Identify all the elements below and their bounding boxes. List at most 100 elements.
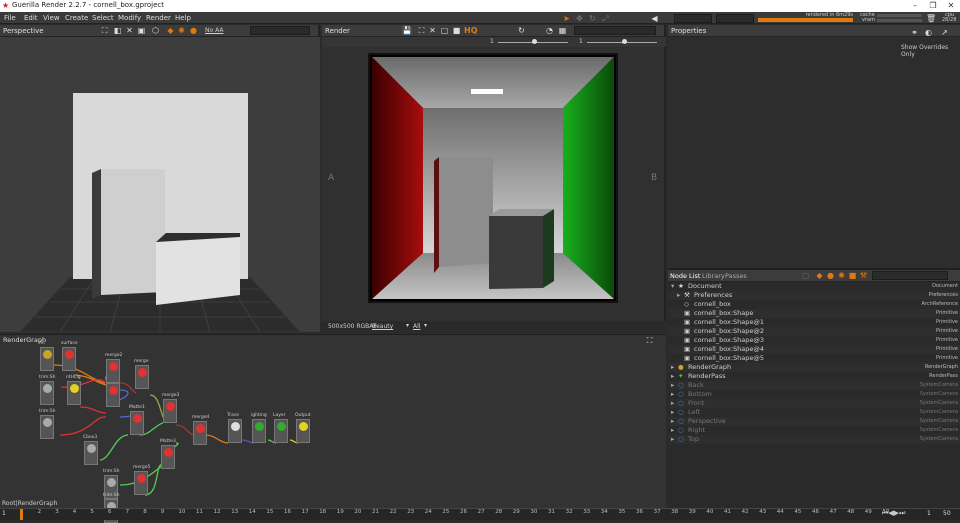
tree-row[interactable]: ▸ ○ Perspective SystemCamera: [669, 417, 960, 426]
graph-node[interactable]: trim:Sh: [39, 409, 55, 439]
exposure-slider-handle[interactable]: [532, 39, 537, 44]
expand-arrow-icon[interactable]: ▸: [671, 435, 674, 444]
frame-icon[interactable]: ⛶: [100, 26, 109, 35]
save-icon[interactable]: 💾: [402, 26, 412, 35]
timeline-playhead[interactable]: [20, 509, 23, 520]
wire-cube-icon[interactable]: ⬡: [151, 26, 160, 35]
menu-view[interactable]: View: [43, 14, 60, 22]
select-arrow-icon[interactable]: ➤: [562, 14, 571, 23]
tab-library[interactable]: Library: [702, 272, 725, 280]
channel-dropdown-icon[interactable]: ▾: [406, 322, 409, 329]
graph-node[interactable]: surface: [61, 341, 78, 371]
minimize-icon[interactable]: –: [906, 0, 924, 12]
render-image[interactable]: [368, 53, 618, 303]
expand-arrow-icon[interactable]: ▸: [671, 408, 674, 417]
nodelist-filter-select[interactable]: [872, 271, 948, 280]
maximize-icon[interactable]: ❐: [924, 0, 942, 12]
cube-icon[interactable]: ◧: [113, 26, 122, 35]
expand-arrow-icon[interactable]: ▸: [671, 417, 674, 426]
show-overrides-toggle[interactable]: Show Overrides Only: [901, 44, 960, 58]
hq-toggle[interactable]: HQ: [464, 26, 478, 35]
filter-icon[interactable]: ▢: [801, 271, 810, 280]
graph-node[interactable]: merge: [134, 359, 149, 389]
move-icon[interactable]: ✥: [575, 14, 584, 23]
shaded-cube-icon[interactable]: ◆: [166, 26, 175, 35]
camera-icon[interactable]: ▣: [137, 26, 146, 35]
refresh-icon[interactable]: ↻: [517, 26, 526, 35]
tree-row[interactable]: ▸ ○ Left SystemCamera: [669, 408, 960, 417]
tree-row[interactable]: ◇ cornell_box ArchReference: [669, 300, 960, 309]
expand-arrow-icon[interactable]: ▸: [671, 426, 674, 435]
expand-arrow-icon[interactable]: ▸: [671, 381, 674, 390]
expand-arrow-icon[interactable]: ▸: [677, 291, 680, 300]
play-back-icon[interactable]: ◀: [650, 14, 659, 23]
menu-create[interactable]: Create: [65, 14, 88, 22]
graph-node[interactable]: merge5: [133, 465, 150, 495]
render-mode-select[interactable]: [674, 14, 712, 23]
graph-node[interactable]: Trace: [227, 413, 242, 443]
graph-node[interactable]: Output: [295, 413, 311, 443]
graph-node[interactable]: trim:Sh: [39, 375, 55, 405]
graph-node[interactable]: merge4: [192, 415, 209, 445]
scale-icon[interactable]: ⤢: [601, 14, 610, 23]
sphere-icon[interactable]: ●: [189, 26, 198, 35]
tree-row[interactable]: ▸ ○ Bottom SystemCamera: [669, 390, 960, 399]
tree-row[interactable]: ▸ ● RenderGraph RenderGraph: [669, 363, 960, 372]
graph-node[interactable]: Cbox3: [83, 435, 98, 465]
filter-cube-icon[interactable]: ◆: [815, 271, 824, 280]
tree-row[interactable]: ▾ ★ Document Document: [669, 282, 960, 291]
tree-row[interactable]: ▣ cornell_box:Shape@3 Primitive: [669, 336, 960, 345]
globe-icon[interactable]: ◐: [924, 28, 933, 37]
perspective-camera-select[interactable]: [250, 26, 310, 35]
expand-arrow-icon[interactable]: ▸: [671, 399, 674, 408]
menu-help[interactable]: Help: [175, 14, 191, 22]
menu-select[interactable]: Select: [92, 14, 114, 22]
light-icon[interactable]: ✺: [177, 26, 186, 35]
region-icon[interactable]: ▢: [440, 26, 449, 35]
exposure-icon[interactable]: ▦: [558, 26, 567, 35]
graph-node[interactable]: ighting: [251, 413, 267, 443]
gamma-icon[interactable]: ◔: [545, 26, 554, 35]
timeline-start[interactable]: 1: [2, 510, 6, 517]
compare-b-label[interactable]: B: [651, 173, 657, 183]
expand-arrow-icon[interactable]: ▾: [671, 282, 674, 291]
fit-icon[interactable]: ⛶: [417, 26, 426, 35]
tree-row[interactable]: ▣ cornell_box:Shape@4 Primitive: [669, 345, 960, 354]
timeline-end[interactable]: 50: [943, 510, 951, 517]
tree-row[interactable]: ▣ cornell_box:Shape@2 Primitive: [669, 327, 960, 336]
filter-camera-icon[interactable]: ■: [848, 271, 857, 280]
menu-edit[interactable]: Edit: [24, 14, 38, 22]
render-target-select[interactable]: [716, 14, 754, 23]
transform-icon[interactable]: ✕: [125, 26, 134, 35]
filter-sphere-icon[interactable]: ●: [826, 271, 835, 280]
rotate-icon[interactable]: ↻: [588, 14, 597, 23]
tree-row[interactable]: ▸ ✦ RenderPass RenderPass: [669, 372, 960, 381]
expand-arrow-icon[interactable]: ▸: [671, 390, 674, 399]
timeline-current[interactable]: 1: [927, 510, 931, 517]
graph-node[interactable]: ntHLig: [66, 375, 81, 405]
menu-modify[interactable]: Modify: [118, 14, 141, 22]
close-icon[interactable]: ✕: [942, 0, 960, 12]
tree-row[interactable]: ▣ cornell_box:Shape@5 Primitive: [669, 354, 960, 363]
graph-node[interactable]: merge3: [162, 393, 179, 423]
tree-row[interactable]: ▸ ○ Top SystemCamera: [669, 435, 960, 444]
trash-icon[interactable]: 🗑: [926, 14, 936, 23]
tree-row[interactable]: ▣ cornell_box:Shape Primitive: [669, 309, 960, 318]
layer-dropdown-icon[interactable]: ▾: [424, 322, 427, 329]
filter-tool-icon[interactable]: ⚒: [859, 271, 868, 280]
tree-row[interactable]: ▸ ○ Back SystemCamera: [669, 381, 960, 390]
tree-row[interactable]: ▸ ○ Front SystemCamera: [669, 399, 960, 408]
graph-node[interactable]: Matte1: [129, 405, 145, 435]
tree-row[interactable]: ▸ ○ Right SystemCamera: [669, 426, 960, 435]
menu-file[interactable]: File: [4, 14, 16, 22]
graph-node[interactable]: merge2: [105, 353, 122, 383]
graph-node[interactable]: Matte3: [160, 439, 176, 469]
graph-node[interactable]: Matte: [105, 377, 120, 407]
stop-icon[interactable]: ■: [452, 26, 461, 35]
graph-node[interactable]: All: [39, 341, 54, 371]
expand-arrow-icon[interactable]: ▸: [671, 372, 674, 381]
render-layer-select[interactable]: [574, 26, 656, 35]
channel-select[interactable]: Beauty: [372, 323, 393, 330]
graph-node[interactable]: Layer: [273, 413, 288, 443]
tab-node-list[interactable]: Node List: [670, 272, 700, 280]
